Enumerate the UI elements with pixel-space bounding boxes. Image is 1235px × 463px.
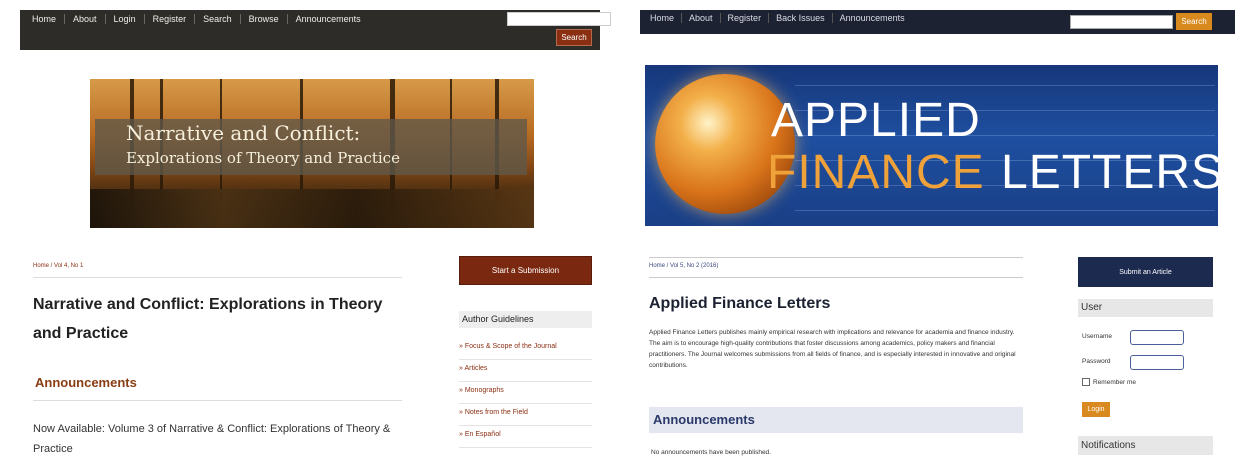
user-heading: User bbox=[1078, 299, 1213, 317]
banner-grid-line bbox=[795, 85, 1215, 86]
search-button[interactable]: Search bbox=[556, 29, 592, 46]
divider bbox=[33, 400, 402, 401]
guideline-link-monographs[interactable]: » Monographs bbox=[459, 382, 592, 404]
banner-word-finance: FINANCE bbox=[767, 146, 985, 199]
page-title: Applied Finance Letters bbox=[649, 295, 831, 312]
nav-link-search[interactable]: Search bbox=[195, 14, 241, 24]
nav-link-home[interactable]: Home bbox=[20, 14, 66, 24]
login-button[interactable]: Login bbox=[1082, 402, 1110, 417]
announcement-link[interactable]: Now Available: Volume 3 of Narrative & C… bbox=[33, 419, 403, 459]
search-input[interactable] bbox=[507, 12, 611, 26]
banner-title-line1: Narrative and Conflict: bbox=[126, 121, 361, 145]
top-navbar: Home About Login Register Search Browse … bbox=[20, 10, 611, 50]
nav-links: Home About Register Back Issues Announce… bbox=[640, 10, 912, 26]
guideline-link-articles[interactable]: » Articles bbox=[459, 360, 592, 382]
nav-link-home[interactable]: Home bbox=[640, 13, 683, 23]
right-journal-page: Home About Register Back Issues Announce… bbox=[622, 0, 1235, 463]
nav-link-login[interactable]: Login bbox=[106, 14, 145, 24]
nav-link-announcements[interactable]: Announcements bbox=[833, 13, 912, 23]
journal-banner: APPLIED FINANCE LETTERS bbox=[645, 65, 1218, 226]
remember-me-checkbox[interactable] bbox=[1082, 378, 1090, 386]
guideline-link-notes[interactable]: » Notes from the Field bbox=[459, 404, 592, 426]
username-label: Username bbox=[1082, 333, 1112, 340]
banner-ground bbox=[90, 189, 534, 228]
announcements-heading: Announcements bbox=[35, 375, 137, 390]
search-input[interactable] bbox=[1070, 15, 1173, 29]
remember-me-label: Remember me bbox=[1093, 379, 1136, 386]
author-guidelines-list: » Focus & Scope of the Journal » Article… bbox=[459, 338, 592, 448]
password-label: Password bbox=[1082, 358, 1111, 365]
nav-link-announcements[interactable]: Announcements bbox=[288, 14, 369, 24]
start-submission-button[interactable]: Start a Submission bbox=[459, 256, 592, 285]
announcements-heading: Announcements bbox=[649, 407, 1023, 433]
journal-banner: Narrative and Conflict: Explorations of … bbox=[90, 79, 534, 228]
nav-link-about[interactable]: About bbox=[682, 13, 721, 23]
announcement-text: No announcements have been published. bbox=[651, 449, 771, 456]
password-field[interactable] bbox=[1130, 355, 1184, 370]
guideline-link-espanol[interactable]: » En Español bbox=[459, 426, 592, 448]
divider bbox=[649, 277, 1023, 278]
journal-description: Applied Finance Letters publishes mainly… bbox=[649, 329, 1016, 369]
banner-word-applied: APPLIED bbox=[771, 94, 981, 147]
nav-link-register[interactable]: Register bbox=[145, 14, 196, 24]
guideline-link-focus-scope[interactable]: » Focus & Scope of the Journal bbox=[459, 338, 592, 360]
nav-link-about[interactable]: About bbox=[65, 14, 106, 24]
author-guidelines-heading: Author Guidelines bbox=[459, 311, 592, 328]
divider bbox=[33, 277, 402, 278]
nav-link-register[interactable]: Register bbox=[721, 13, 770, 23]
breadcrumb[interactable]: Home / Vol 5, No 2 (2016) bbox=[649, 263, 718, 269]
banner-word-letters: LETTERS bbox=[1001, 146, 1218, 199]
nav-link-browse[interactable]: Browse bbox=[241, 14, 288, 24]
page-title: Narrative and Conflict: Explorations in … bbox=[33, 296, 383, 342]
username-field[interactable] bbox=[1130, 330, 1184, 345]
search-button[interactable]: Search bbox=[1176, 13, 1212, 30]
banner-title-line2: Explorations of Theory and Practice bbox=[126, 149, 400, 167]
divider bbox=[649, 257, 1023, 258]
nav-link-back-issues[interactable]: Back Issues bbox=[769, 13, 833, 23]
nav-links: Home About Login Register Search Browse … bbox=[20, 10, 369, 28]
banner-grid-line bbox=[795, 210, 1215, 211]
notifications-heading: Notifications bbox=[1078, 436, 1213, 455]
breadcrumb[interactable]: Home / Vol 4, No 1 bbox=[33, 263, 83, 269]
submit-article-button[interactable]: Submit an Article bbox=[1078, 257, 1213, 287]
left-journal-page: Home About Login Register Search Browse … bbox=[0, 0, 617, 463]
